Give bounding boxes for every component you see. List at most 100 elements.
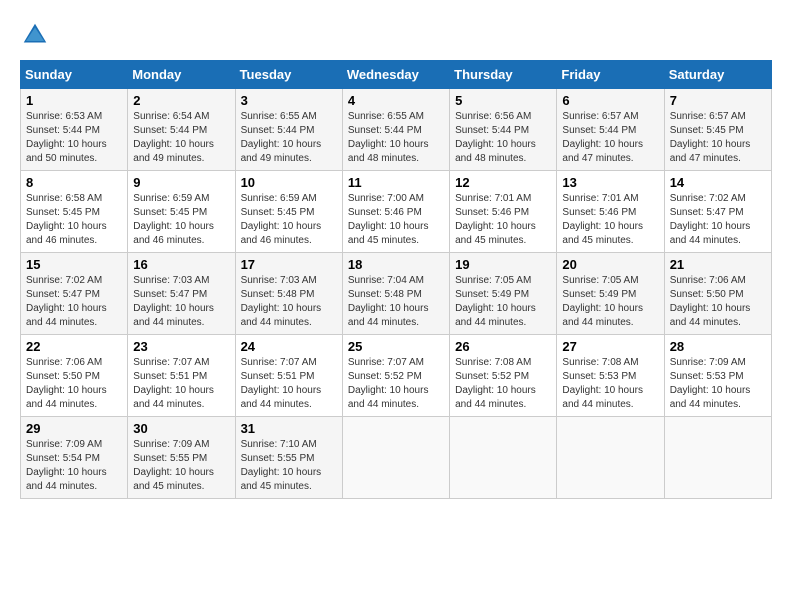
calendar-cell — [450, 417, 557, 499]
calendar-cell: 20 Sunrise: 7:05 AMSunset: 5:49 PMDayligh… — [557, 253, 664, 335]
calendar-table: SundayMondayTuesdayWednesdayThursdayFrid… — [20, 60, 772, 499]
calendar-cell: 13 Sunrise: 7:01 AMSunset: 5:46 PMDayligh… — [557, 171, 664, 253]
day-info: Sunrise: 7:01 AMSunset: 5:46 PMDaylight:… — [455, 193, 536, 246]
calendar-cell — [557, 417, 664, 499]
day-number: 1 — [26, 93, 122, 108]
calendar-week-row: 29 Sunrise: 7:09 AMSunset: 5:54 PMDayligh… — [21, 417, 772, 499]
calendar-cell: 15 Sunrise: 7:02 AMSunset: 5:47 PMDayligh… — [21, 253, 128, 335]
day-number: 3 — [241, 93, 337, 108]
calendar-cell — [342, 417, 449, 499]
day-number: 11 — [348, 175, 444, 190]
calendar-cell: 14Sunrise: 7:02 AMSunset: 5:47 PMDayligh… — [664, 171, 771, 253]
calendar-cell: 4 Sunrise: 6:55 AMSunset: 5:44 PMDaylight… — [342, 89, 449, 171]
day-number: 19 — [455, 257, 551, 272]
day-number: 4 — [348, 93, 444, 108]
day-info: Sunrise: 7:07 AMSunset: 5:51 PMDaylight:… — [133, 357, 214, 410]
day-info: Sunrise: 7:09 AMSunset: 5:53 PMDaylight:… — [670, 357, 751, 410]
day-number: 15 — [26, 257, 122, 272]
day-number: 23 — [133, 339, 229, 354]
day-number: 7 — [670, 93, 766, 108]
calendar-week-row: 1 Sunrise: 6:53 AMSunset: 5:44 PMDaylight… — [21, 89, 772, 171]
day-info: Sunrise: 6:54 AMSunset: 5:44 PMDaylight:… — [133, 111, 214, 164]
day-number: 28 — [670, 339, 766, 354]
day-info: Sunrise: 6:55 AMSunset: 5:44 PMDaylight:… — [348, 111, 429, 164]
logo — [20, 20, 54, 50]
day-number: 24 — [241, 339, 337, 354]
day-number: 5 — [455, 93, 551, 108]
calendar-cell: 18 Sunrise: 7:04 AMSunset: 5:48 PMDayligh… — [342, 253, 449, 335]
calendar-cell: 22 Sunrise: 7:06 AMSunset: 5:50 PMDayligh… — [21, 335, 128, 417]
calendar-cell: 31 Sunrise: 7:10 AMSunset: 5:55 PMDayligh… — [235, 417, 342, 499]
calendar-week-row: 22 Sunrise: 7:06 AMSunset: 5:50 PMDayligh… — [21, 335, 772, 417]
day-number: 31 — [241, 421, 337, 436]
header-tuesday: Tuesday — [235, 61, 342, 89]
logo-icon — [20, 20, 50, 50]
day-info: Sunrise: 6:57 AMSunset: 5:44 PMDaylight:… — [562, 111, 643, 164]
calendar-cell: 21 Sunrise: 7:06 AMSunset: 5:50 PMDayligh… — [664, 253, 771, 335]
calendar-cell: 11 Sunrise: 7:00 AMSunset: 5:46 PMDayligh… — [342, 171, 449, 253]
calendar-cell: 27 Sunrise: 7:08 AMSunset: 5:53 PMDayligh… — [557, 335, 664, 417]
calendar-header-row: SundayMondayTuesdayWednesdayThursdayFrid… — [21, 61, 772, 89]
header-monday: Monday — [128, 61, 235, 89]
calendar-cell: 9 Sunrise: 6:59 AMSunset: 5:45 PMDaylight… — [128, 171, 235, 253]
day-number: 14 — [670, 175, 766, 190]
day-number: 26 — [455, 339, 551, 354]
calendar-cell: 17Sunrise: 7:03 AMSunset: 5:48 PMDayligh… — [235, 253, 342, 335]
header-saturday: Saturday — [664, 61, 771, 89]
day-number: 27 — [562, 339, 658, 354]
header-sunday: Sunday — [21, 61, 128, 89]
header-thursday: Thursday — [450, 61, 557, 89]
day-info: Sunrise: 7:01 AMSunset: 5:46 PMDaylight:… — [562, 193, 643, 246]
day-info: Sunrise: 7:10 AMSunset: 5:55 PMDaylight:… — [241, 439, 322, 492]
day-info: Sunrise: 7:07 AMSunset: 5:52 PMDaylight:… — [348, 357, 429, 410]
calendar-cell: 16 Sunrise: 7:03 AMSunset: 5:47 PMDayligh… — [128, 253, 235, 335]
day-number: 16 — [133, 257, 229, 272]
day-number: 13 — [562, 175, 658, 190]
calendar-cell: 23 Sunrise: 7:07 AMSunset: 5:51 PMDayligh… — [128, 335, 235, 417]
day-info: Sunrise: 6:53 AMSunset: 5:44 PMDaylight:… — [26, 111, 107, 164]
day-info: Sunrise: 6:59 AMSunset: 5:45 PMDaylight:… — [133, 193, 214, 246]
calendar-cell: 19 Sunrise: 7:05 AMSunset: 5:49 PMDayligh… — [450, 253, 557, 335]
day-number: 25 — [348, 339, 444, 354]
day-info: Sunrise: 7:07 AMSunset: 5:51 PMDaylight:… — [241, 357, 322, 410]
calendar-cell: 12Sunrise: 7:01 AMSunset: 5:46 PMDayligh… — [450, 171, 557, 253]
day-number: 18 — [348, 257, 444, 272]
day-info: Sunrise: 6:59 AMSunset: 5:45 PMDaylight:… — [241, 193, 322, 246]
day-number: 21 — [670, 257, 766, 272]
day-info: Sunrise: 7:02 AMSunset: 5:47 PMDaylight:… — [26, 275, 107, 328]
calendar-cell: 29 Sunrise: 7:09 AMSunset: 5:54 PMDayligh… — [21, 417, 128, 499]
calendar-cell: 25 Sunrise: 7:07 AMSunset: 5:52 PMDayligh… — [342, 335, 449, 417]
calendar-cell: 2 Sunrise: 6:54 AMSunset: 5:44 PMDaylight… — [128, 89, 235, 171]
calendar-cell: 24 Sunrise: 7:07 AMSunset: 5:51 PMDayligh… — [235, 335, 342, 417]
day-info: Sunrise: 7:00 AMSunset: 5:46 PMDaylight:… — [348, 193, 429, 246]
day-info: Sunrise: 7:09 AMSunset: 5:55 PMDaylight:… — [133, 439, 214, 492]
day-info: Sunrise: 7:06 AMSunset: 5:50 PMDaylight:… — [670, 275, 751, 328]
calendar-cell: 10 Sunrise: 6:59 AMSunset: 5:45 PMDayligh… — [235, 171, 342, 253]
day-number: 9 — [133, 175, 229, 190]
day-number: 6 — [562, 93, 658, 108]
day-info: Sunrise: 6:57 AMSunset: 5:45 PMDaylight:… — [670, 111, 751, 164]
day-info: Sunrise: 7:03 AMSunset: 5:47 PMDaylight:… — [133, 275, 214, 328]
calendar-cell: 30 Sunrise: 7:09 AMSunset: 5:55 PMDayligh… — [128, 417, 235, 499]
day-info: Sunrise: 7:08 AMSunset: 5:53 PMDaylight:… — [562, 357, 643, 410]
day-info: Sunrise: 7:09 AMSunset: 5:54 PMDaylight:… — [26, 439, 107, 492]
day-info: Sunrise: 6:55 AMSunset: 5:44 PMDaylight:… — [241, 111, 322, 164]
day-info: Sunrise: 7:05 AMSunset: 5:49 PMDaylight:… — [455, 275, 536, 328]
day-number: 2 — [133, 93, 229, 108]
day-info: Sunrise: 7:04 AMSunset: 5:48 PMDaylight:… — [348, 275, 429, 328]
day-number: 30 — [133, 421, 229, 436]
calendar-cell: 8Sunrise: 6:58 AMSunset: 5:45 PMDaylight… — [21, 171, 128, 253]
day-number: 22 — [26, 339, 122, 354]
calendar-week-row: 8Sunrise: 6:58 AMSunset: 5:45 PMDaylight… — [21, 171, 772, 253]
header-friday: Friday — [557, 61, 664, 89]
calendar-cell — [664, 417, 771, 499]
calendar-week-row: 15 Sunrise: 7:02 AMSunset: 5:47 PMDayligh… — [21, 253, 772, 335]
calendar-cell: 7 Sunrise: 6:57 AMSunset: 5:45 PMDaylight… — [664, 89, 771, 171]
day-number: 10 — [241, 175, 337, 190]
day-number: 8 — [26, 175, 122, 190]
day-info: Sunrise: 7:06 AMSunset: 5:50 PMDaylight:… — [26, 357, 107, 410]
page-header — [20, 20, 772, 50]
day-number: 20 — [562, 257, 658, 272]
day-info: Sunrise: 7:05 AMSunset: 5:49 PMDaylight:… — [562, 275, 643, 328]
day-number: 29 — [26, 421, 122, 436]
